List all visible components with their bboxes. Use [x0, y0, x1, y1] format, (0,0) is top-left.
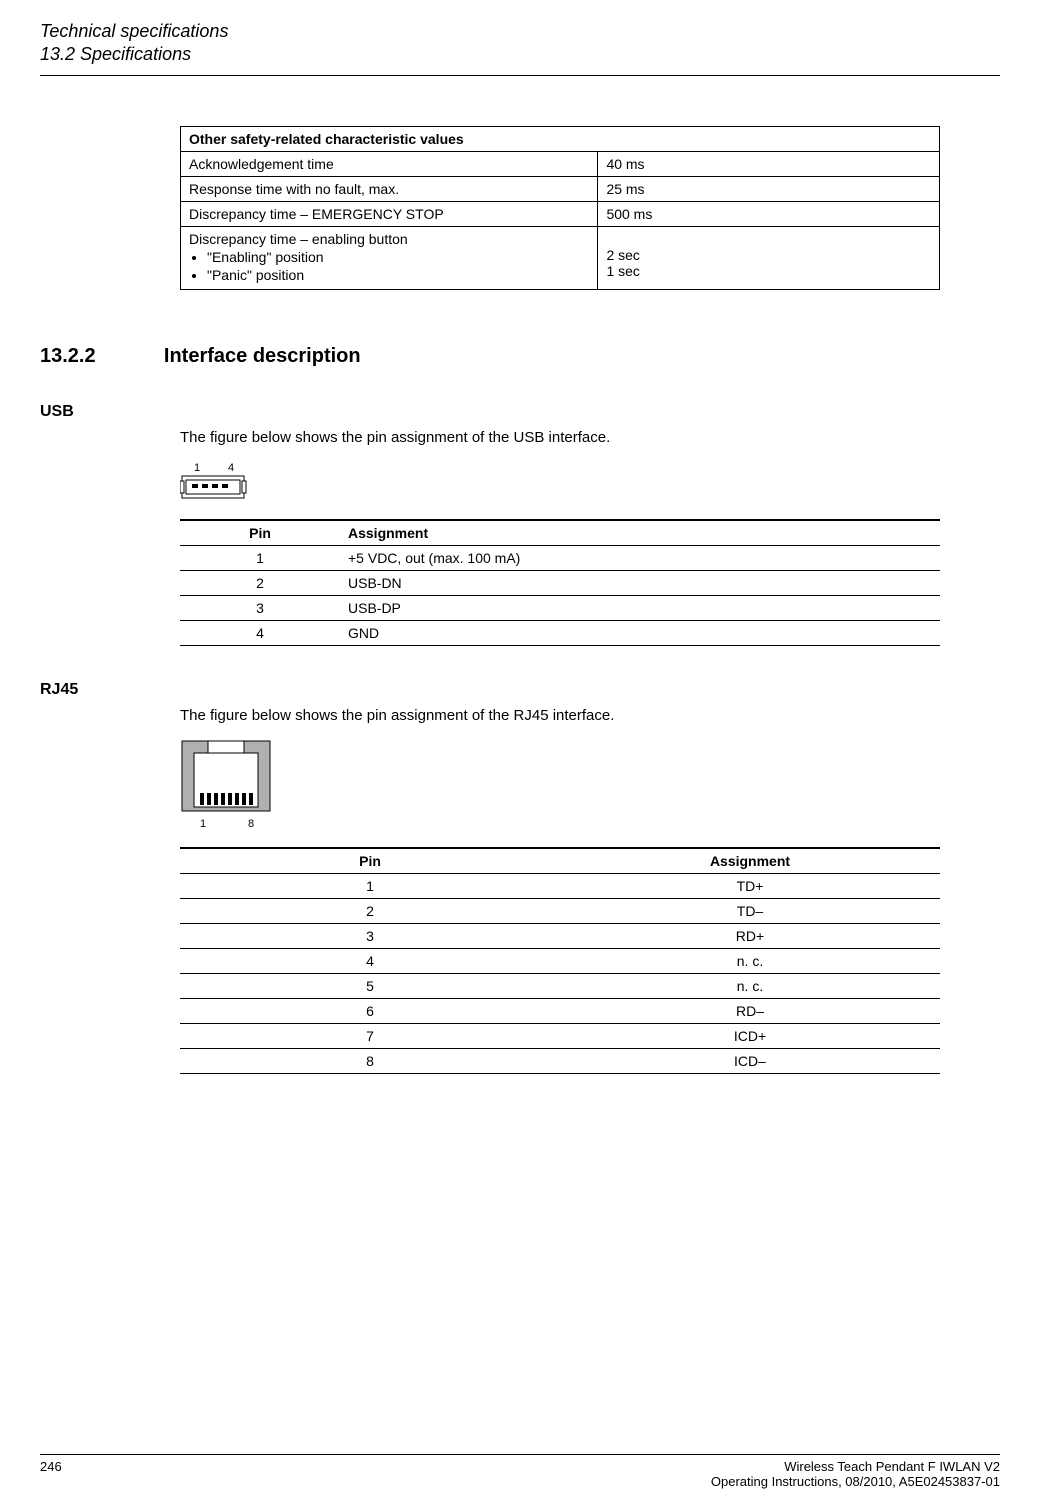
assign-cell: USB-DP: [340, 595, 940, 620]
pin-cell: 2: [180, 570, 340, 595]
rj45-heading: RJ45: [40, 681, 1000, 699]
panic-val: 1 sec: [606, 263, 931, 279]
table-row: 8ICD–: [180, 1048, 940, 1073]
table-row: 4n. c.: [180, 948, 940, 973]
pin-cell: 5: [180, 973, 560, 998]
assign-cell: n. c.: [560, 948, 940, 973]
table-row: 4 GND: [180, 620, 940, 645]
pin-cell: 4: [180, 948, 560, 973]
assign-cell: n. c.: [560, 973, 940, 998]
pin-cell: 4: [180, 620, 340, 645]
assign-cell: RD+: [560, 923, 940, 948]
assign-cell: ICD–: [560, 1048, 940, 1073]
table-row: 5n. c.: [180, 973, 940, 998]
assign-cell: TD–: [560, 898, 940, 923]
header-line1: Technical specifications: [40, 20, 1000, 43]
rj45-pin8-label: 8: [248, 818, 254, 830]
bullet-enabling: "Enabling" position: [207, 249, 589, 265]
rj45-figure: 1 8: [180, 739, 1000, 837]
cell-label: Acknowledgement time: [181, 151, 598, 176]
table-row: Discrepancy time – EMERGENCY STOP 500 ms: [181, 201, 940, 226]
table-row: 1TD+: [180, 873, 940, 898]
usb-pin4-label: 4: [228, 462, 234, 474]
enable-bullets: "Enabling" position "Panic" position: [189, 249, 589, 283]
footer-rule: [40, 1454, 1000, 1455]
table-row: Acknowledgement time 40 ms: [181, 151, 940, 176]
cell-value: 500 ms: [598, 201, 940, 226]
assign-cell: ICD+: [560, 1023, 940, 1048]
assign-cell: TD+: [560, 873, 940, 898]
assign-cell: +5 VDC, out (max. 100 mA): [340, 545, 940, 570]
table-row: Discrepancy time – enabling button "Enab…: [181, 226, 940, 289]
usb-pin1-label: 1: [194, 462, 200, 474]
safety-table: Other safety-related characteristic valu…: [180, 126, 940, 290]
page-header: Technical specifications 13.2 Specificat…: [40, 20, 1000, 67]
assign-cell: GND: [340, 620, 940, 645]
header-line2: 13.2 Specifications: [40, 43, 1000, 66]
table-row: 7ICD+: [180, 1023, 940, 1048]
bullet-panic: "Panic" position: [207, 267, 589, 283]
col-assign-header: Assignment: [340, 520, 940, 546]
pin-cell: 6: [180, 998, 560, 1023]
table-header-row: Pin Assignment: [180, 848, 940, 874]
table-row: 3RD+: [180, 923, 940, 948]
cell-value: 25 ms: [598, 176, 940, 201]
cell-label: Discrepancy time – enabling button "Enab…: [181, 226, 598, 289]
page-footer: 246 Wireless Teach Pendant F IWLAN V2 Op…: [40, 1448, 1000, 1490]
section-number: 13.2.2: [40, 345, 160, 368]
rj45-pin-table: Pin Assignment 1TD+ 2TD– 3RD+ 4n. c. 5n.…: [180, 847, 940, 1074]
col-assign-header: Assignment: [560, 848, 940, 874]
section-title: Interface description: [164, 345, 361, 368]
safety-table-header-row: Other safety-related characteristic valu…: [181, 126, 940, 151]
footer-doc-title: Wireless Teach Pendant F IWLAN V2: [711, 1459, 1000, 1474]
pin-cell: 7: [180, 1023, 560, 1048]
table-row: Response time with no fault, max. 25 ms: [181, 176, 940, 201]
table-row: 1 +5 VDC, out (max. 100 mA): [180, 545, 940, 570]
usb-connector-icon: 1 4: [180, 461, 250, 506]
header-rule: [40, 75, 1000, 76]
pin-cell: 2: [180, 898, 560, 923]
footer-row: 246 Wireless Teach Pendant F IWLAN V2 Op…: [40, 1459, 1000, 1489]
rj45-intro: The figure below shows the pin assignmen…: [180, 707, 1000, 724]
pin-cell: 1: [180, 545, 340, 570]
table-row: 6RD–: [180, 998, 940, 1023]
pin-cell: 3: [180, 595, 340, 620]
rj45-pin1-label: 1: [200, 818, 206, 830]
assign-cell: USB-DN: [340, 570, 940, 595]
cell-value: 2 sec 1 sec: [598, 226, 940, 289]
col-pin-header: Pin: [180, 520, 340, 546]
section-heading: 13.2.2 Interface description: [40, 345, 1000, 368]
safety-table-title: Other safety-related characteristic valu…: [181, 126, 940, 151]
pin-cell: 1: [180, 873, 560, 898]
usb-intro: The figure below shows the pin assignmen…: [180, 429, 1000, 446]
assign-cell: RD–: [560, 998, 940, 1023]
cell-label: Response time with no fault, max.: [181, 176, 598, 201]
col-pin-header: Pin: [180, 848, 560, 874]
cell-value: 40 ms: [598, 151, 940, 176]
footer-right: Wireless Teach Pendant F IWLAN V2 Operat…: [711, 1459, 1000, 1489]
footer-doc-info: Operating Instructions, 08/2010, A5E0245…: [711, 1474, 1000, 1489]
usb-pin-table: Pin Assignment 1 +5 VDC, out (max. 100 m…: [180, 519, 940, 646]
table-row: 2TD–: [180, 898, 940, 923]
table-header-row: Pin Assignment: [180, 520, 940, 546]
enabling-val: 2 sec: [606, 247, 931, 263]
cell-label: Discrepancy time – EMERGENCY STOP: [181, 201, 598, 226]
table-row: 2 USB-DN: [180, 570, 940, 595]
usb-figure: 1 4: [180, 461, 1000, 509]
rj45-connector-icon: 1 8: [180, 739, 280, 834]
footer-page-number: 246: [40, 1459, 62, 1489]
disc-enable-label: Discrepancy time – enabling button: [189, 231, 408, 247]
pin-cell: 8: [180, 1048, 560, 1073]
usb-heading: USB: [40, 403, 1000, 421]
page: Technical specifications 13.2 Specificat…: [0, 0, 1040, 1509]
pin-cell: 3: [180, 923, 560, 948]
table-row: 3 USB-DP: [180, 595, 940, 620]
